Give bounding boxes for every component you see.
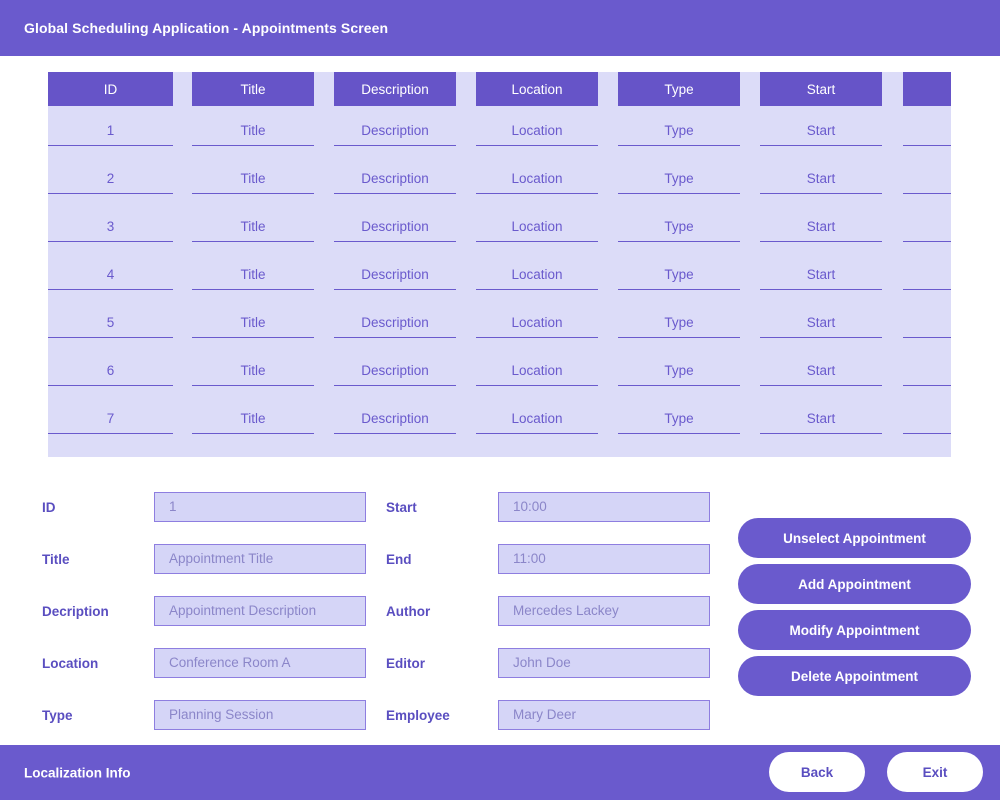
table-row[interactable]: 3 Title Description Location Type Start (48, 202, 951, 250)
table-cell-extra[interactable] (903, 250, 951, 298)
table-cell-title[interactable]: Title (192, 298, 314, 346)
table-column-header-id[interactable]: ID (48, 72, 173, 106)
field-label-id: ID (42, 500, 56, 515)
description-field[interactable]: Appointment Description (154, 596, 366, 626)
table-cell-start[interactable]: Start (760, 250, 882, 298)
table-cell-title[interactable]: Title (192, 106, 314, 154)
table-row[interactable]: 5 Title Description Location Type Start (48, 298, 951, 346)
field-label-end: End (386, 552, 412, 567)
table-cell-extra[interactable] (903, 394, 951, 442)
field-label-author: Author (386, 604, 430, 619)
table-column-header-extra[interactable] (903, 72, 951, 106)
delete-appointment-button[interactable]: Delete Appointment (738, 656, 971, 696)
field-label-description: Decription (42, 604, 109, 619)
table-cell-title[interactable]: Title (192, 394, 314, 442)
exit-button[interactable]: Exit (887, 752, 983, 792)
table-cell-title[interactable]: Title (192, 202, 314, 250)
table-cell-location[interactable]: Location (476, 298, 598, 346)
table-cell-extra[interactable] (903, 154, 951, 202)
editor-field[interactable]: John Doe (498, 648, 710, 678)
table-column-header-type[interactable]: Type (618, 72, 740, 106)
table-column-header-location[interactable]: Location (476, 72, 598, 106)
start-field[interactable]: 10:00 (498, 492, 710, 522)
table-cell-type[interactable]: Type (618, 154, 740, 202)
table-header-row: ID Title Description Location Type Start (48, 72, 951, 106)
title-field[interactable]: Appointment Title (154, 544, 366, 574)
table-cell-location[interactable]: Location (476, 106, 598, 154)
table-cell-id[interactable]: 5 (48, 298, 173, 346)
table-row[interactable]: 7 Title Description Location Type Start (48, 394, 951, 442)
table-cell-type[interactable]: Type (618, 346, 740, 394)
table-body: 1 Title Description Location Type Start 2 Title… (48, 106, 951, 457)
table-column-header-description[interactable]: Description (334, 72, 456, 106)
end-field[interactable]: 11:00 (498, 544, 710, 574)
table-cell-location[interactable]: Location (476, 346, 598, 394)
table-column-header-start[interactable]: Start (760, 72, 882, 106)
table-cell-id[interactable]: 7 (48, 394, 173, 442)
table-cell-start[interactable]: Start (760, 154, 882, 202)
table-cell-extra[interactable] (903, 298, 951, 346)
table-cell-type[interactable]: Type (618, 394, 740, 442)
table-cell-start[interactable]: Start (760, 106, 882, 154)
modify-appointment-button[interactable]: Modify Appointment (738, 610, 971, 650)
unselect-appointment-button[interactable]: Unselect Appointment (738, 518, 971, 558)
appointments-table: ID Title Description Location Type Start 1 Tit… (48, 72, 951, 457)
table-cell-start[interactable]: Start (760, 394, 882, 442)
table-cell-id[interactable]: 4 (48, 250, 173, 298)
field-label-title: Title (42, 552, 70, 567)
field-label-type: Type (42, 708, 73, 723)
back-button[interactable]: Back (769, 752, 865, 792)
table-cell-title[interactable]: Title (192, 154, 314, 202)
table-cell-start[interactable]: Start (760, 298, 882, 346)
table-cell-type[interactable]: Type (618, 298, 740, 346)
table-cell-id[interactable]: 1 (48, 106, 173, 154)
location-field[interactable]: Conference Room A (154, 648, 366, 678)
id-field[interactable]: 1 (154, 492, 366, 522)
table-cell-description[interactable]: Description (334, 394, 456, 442)
table-cell-description[interactable]: Description (334, 250, 456, 298)
table-cell-type[interactable]: Type (618, 106, 740, 154)
table-cell-location[interactable]: Location (476, 154, 598, 202)
table-row[interactable]: 2 Title Description Location Type Start (48, 154, 951, 202)
table-cell-extra[interactable] (903, 106, 951, 154)
table-cell-extra[interactable] (903, 202, 951, 250)
table-cell-extra[interactable] (903, 346, 951, 394)
table-cell-title[interactable]: Title (192, 346, 314, 394)
table-cell-location[interactable]: Location (476, 394, 598, 442)
field-label-employee: Employee (386, 708, 450, 723)
table-cell-type[interactable]: Type (618, 202, 740, 250)
table-cell-location[interactable]: Location (476, 250, 598, 298)
table-row[interactable]: 4 Title Description Location Type Start (48, 250, 951, 298)
field-label-location: Location (42, 656, 98, 671)
table-row[interactable]: 6 Title Description Location Type Start (48, 346, 951, 394)
table-cell-id[interactable]: 2 (48, 154, 173, 202)
table-cell-id[interactable]: 6 (48, 346, 173, 394)
employee-field[interactable]: Mary Deer (498, 700, 710, 730)
table-cell-type[interactable]: Type (618, 250, 740, 298)
title-bar: Global Scheduling Application - Appointm… (0, 0, 1000, 56)
table-cell-description[interactable]: Description (334, 298, 456, 346)
localization-info-label: Localization Info (24, 765, 131, 780)
table-cell-location[interactable]: Location (476, 202, 598, 250)
table-cell-description[interactable]: Description (334, 106, 456, 154)
table-column-header-title[interactable]: Title (192, 72, 314, 106)
table-row[interactable]: 1 Title Description Location Type Start (48, 106, 951, 154)
field-label-start: Start (386, 500, 417, 515)
table-cell-description[interactable]: Description (334, 346, 456, 394)
table-cell-title[interactable]: Title (192, 250, 314, 298)
table-cell-id[interactable]: 3 (48, 202, 173, 250)
app-title: Global Scheduling Application - Appointm… (24, 20, 388, 36)
field-label-editor: Editor (386, 656, 425, 671)
table-cell-description[interactable]: Description (334, 202, 456, 250)
add-appointment-button[interactable]: Add Appointment (738, 564, 971, 604)
table-cell-start[interactable]: Start (760, 346, 882, 394)
type-field[interactable]: Planning Session (154, 700, 366, 730)
author-field[interactable]: Mercedes Lackey (498, 596, 710, 626)
table-cell-description[interactable]: Description (334, 154, 456, 202)
table-cell-start[interactable]: Start (760, 202, 882, 250)
appointment-detail-form: ID 1 Title Appointment Title Decription Appoi… (0, 470, 1000, 745)
